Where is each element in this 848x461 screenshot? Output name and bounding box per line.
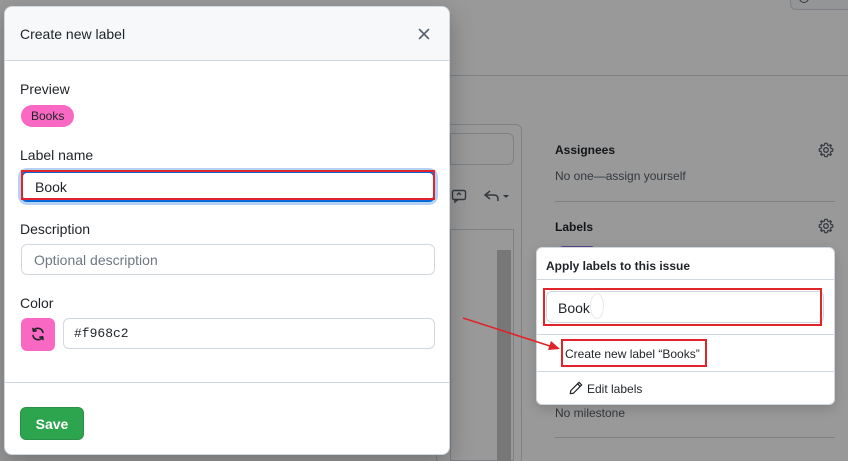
close-icon[interactable] xyxy=(416,26,432,42)
preview-label-badge: Books xyxy=(21,105,75,127)
pencil-icon xyxy=(569,381,583,395)
save-button[interactable]: Save xyxy=(20,407,84,440)
create-label-dialog: Create new label Preview Books Label nam… xyxy=(4,6,450,455)
color-refresh-button[interactable] xyxy=(21,318,55,351)
annotation-box xyxy=(561,339,707,367)
label-name-input[interactable] xyxy=(21,171,435,202)
dialog-header: Create new label xyxy=(5,7,449,61)
dropdown-divider xyxy=(537,279,834,280)
dialog-footer-divider xyxy=(5,382,449,383)
labels-dropdown: Apply labels to this issue Book Create n… xyxy=(536,247,835,405)
dialog-title: Create new label xyxy=(20,26,126,42)
edit-labels-item[interactable]: Edit labels xyxy=(587,382,642,396)
dropdown-divider xyxy=(537,371,834,372)
description-input[interactable] xyxy=(21,244,435,275)
preview-heading: Preview xyxy=(20,81,70,97)
description-heading: Description xyxy=(20,221,91,237)
labels-dropdown-header: Apply labels to this issue xyxy=(546,259,691,273)
label-name-heading: Label name xyxy=(20,147,94,163)
sync-icon xyxy=(32,327,44,341)
color-heading: Color xyxy=(20,295,54,311)
color-hex-input[interactable] xyxy=(63,318,435,349)
dropdown-divider xyxy=(537,334,834,335)
annotation-box xyxy=(543,288,822,326)
